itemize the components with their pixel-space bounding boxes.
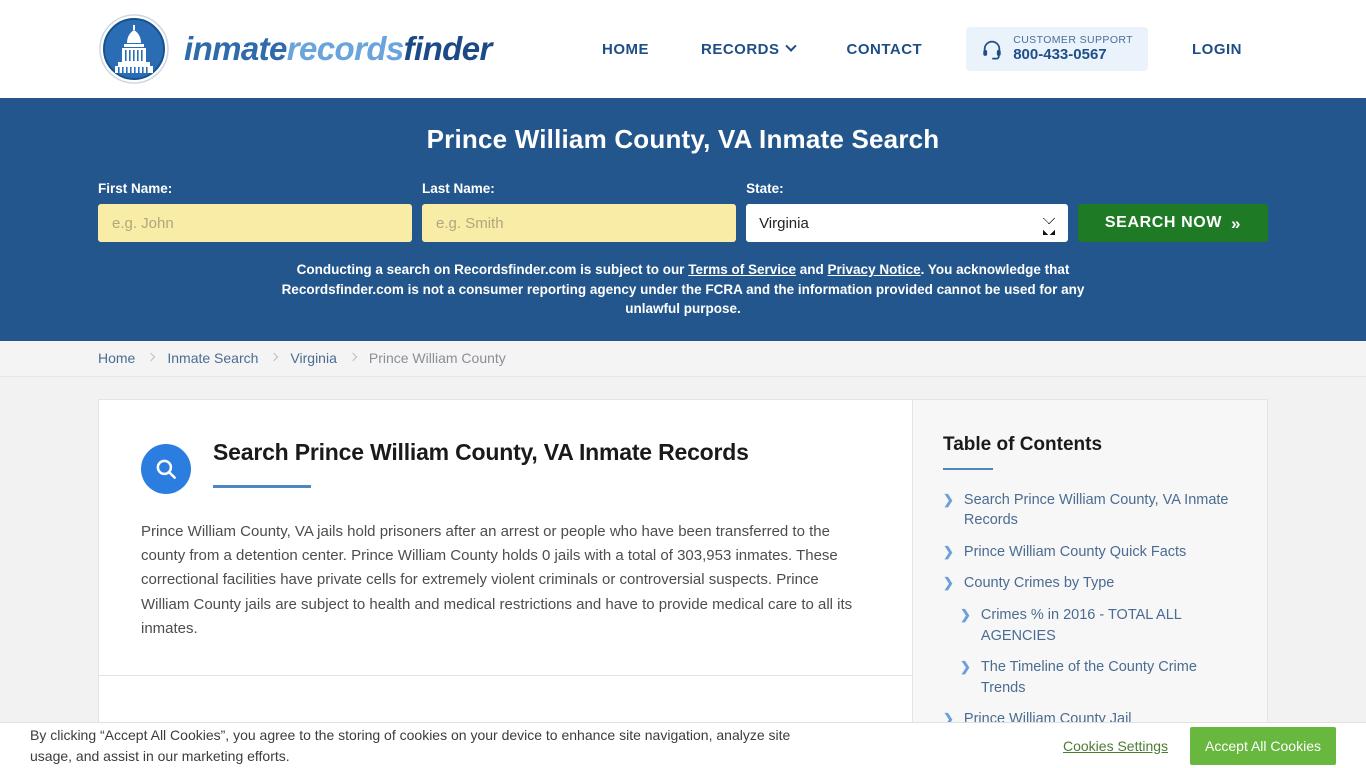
content-area: Search Prince William County, VA Inmate … xyxy=(0,377,1366,768)
cookie-consent-text: By clicking “Accept All Cookies”, you ag… xyxy=(30,726,791,764)
disclaimer-part-1: Conducting a search on Recordsfinder.com… xyxy=(296,262,689,277)
toc-list: ❯ Search Prince William County, VA Inmat… xyxy=(943,490,1237,730)
last-name-field-group: Last Name: xyxy=(422,181,737,242)
chevron-right-icon xyxy=(147,352,156,362)
brand-wordmark: inmaterecordsfinder xyxy=(184,30,492,68)
customer-support-badge[interactable]: CUSTOMER SUPPORT 800-433-0567 xyxy=(966,27,1148,71)
privacy-notice-link[interactable]: Privacy Notice xyxy=(828,262,921,277)
state-field-group: State: Virginia xyxy=(746,181,1068,242)
search-now-button[interactable]: SEARCH NOW » xyxy=(1078,204,1268,242)
toc-item[interactable]: ❯ Prince William County Quick Facts xyxy=(943,542,1237,563)
breadcrumb-item-virginia[interactable]: Virginia xyxy=(290,350,336,366)
inmate-search-form: First Name: Last Name: State: Virginia S… xyxy=(98,181,1268,242)
nav-item-home[interactable]: HOME xyxy=(576,41,675,58)
chevron-right-icon xyxy=(270,352,279,362)
chevron-right-icon: ❯ xyxy=(943,543,954,559)
toc-underline xyxy=(943,467,993,470)
breadcrumb: Home Inmate Search Virginia Prince Willi… xyxy=(0,340,1366,377)
nav-item-records[interactable]: RECORDS xyxy=(675,41,821,58)
brand-part-3: finder xyxy=(403,30,493,67)
disclaimer-part-2: and xyxy=(796,262,828,277)
toc-link[interactable]: Crimes % in 2016 - TOTAL ALL AGENCIES xyxy=(981,605,1237,646)
nav-item-home-label: HOME xyxy=(601,40,649,58)
breadcrumb-item-inmate-search[interactable]: Inmate Search xyxy=(167,350,258,366)
chevron-right-icon: ❯ xyxy=(943,575,954,591)
brand-part-1: inmate xyxy=(184,30,287,67)
cookies-settings-link[interactable]: Cookies Settings xyxy=(1063,738,1168,754)
search-icon xyxy=(141,443,191,494)
last-name-input[interactable] xyxy=(422,204,737,242)
toc-item-sub[interactable]: ❯ The Timeline of the County Crime Trend… xyxy=(943,657,1237,698)
toc-link[interactable]: Search Prince William County, VA Inmate … xyxy=(964,490,1237,531)
state-label: State: xyxy=(746,181,784,196)
breadcrumb-item-current: Prince William County xyxy=(368,350,506,367)
first-name-field-group: First Name: xyxy=(98,181,413,242)
title-underline xyxy=(213,485,311,489)
chevron-right-icon: ❯ xyxy=(960,607,971,622)
double-chevron-right-icon: » xyxy=(1231,213,1242,233)
cookie-actions: Cookies Settings Accept All Cookies xyxy=(1063,726,1336,765)
toc-link[interactable]: The Timeline of the County Crime Trends xyxy=(981,657,1237,698)
inmate-search-hero: Prince William County, VA Inmate Search … xyxy=(0,98,1366,341)
chevron-right-icon xyxy=(348,352,358,362)
toc-title: Table of Contents xyxy=(943,433,1103,455)
brand-part-2: records xyxy=(286,30,404,67)
site-logo[interactable]: inmaterecordsfinder xyxy=(98,13,492,85)
table-of-contents: Table of Contents ❯ Search Prince Willia… xyxy=(912,398,1268,768)
nav-item-login-label: LOGIN xyxy=(1192,40,1242,58)
nav-item-records-label: RECORDS xyxy=(700,40,780,58)
support-text: CUSTOMER SUPPORT 800-433-0567 xyxy=(1013,34,1133,63)
article-body-text: Prince William County, VA jails hold pri… xyxy=(141,522,853,637)
headset-icon xyxy=(981,38,1003,60)
last-name-label: Last Name: xyxy=(422,181,495,196)
toc-link[interactable]: Prince William County Quick Facts xyxy=(964,542,1186,563)
main-navigation: HOME RECORDS CONTACT CUSTOMER SUPPORT 80… xyxy=(576,27,1268,71)
chevron-down-icon xyxy=(784,40,797,52)
search-now-label: SEARCH NOW xyxy=(1104,214,1223,231)
first-name-label: First Name: xyxy=(98,181,173,196)
chevron-right-icon: ❯ xyxy=(943,491,954,507)
state-select[interactable]: Virginia xyxy=(746,204,1068,242)
article-header: Search Prince William County, VA Inmate … xyxy=(99,400,912,494)
breadcrumb-item-home[interactable]: Home xyxy=(98,350,135,366)
cookie-consent-banner: By clicking “Accept All Cookies”, you ag… xyxy=(0,722,1366,768)
nav-item-login[interactable]: LOGIN xyxy=(1166,41,1268,58)
capitol-dome-logo-icon xyxy=(98,13,170,85)
chevron-right-icon: ❯ xyxy=(960,659,971,675)
accept-all-cookies-button[interactable]: Accept All Cookies xyxy=(1190,726,1336,765)
nav-item-contact[interactable]: CONTACT xyxy=(821,41,949,58)
toc-item[interactable]: ❯ County Crimes by Type xyxy=(943,573,1237,594)
article-title: Search Prince William County, VA Inmate … xyxy=(213,438,749,465)
article-title-block: Search Prince William County, VA Inmate … xyxy=(213,438,749,489)
terms-of-service-link[interactable]: Terms of Service xyxy=(688,262,796,277)
page-title: Prince William County, VA Inmate Search xyxy=(426,124,940,154)
nav-item-contact-label: CONTACT xyxy=(846,40,923,58)
support-label: CUSTOMER SUPPORT xyxy=(1013,34,1133,47)
toc-link[interactable]: County Crimes by Type xyxy=(964,573,1114,594)
legal-disclaimer: Conducting a search on Recordsfinder.com… xyxy=(258,260,1108,319)
article-card: Search Prince William County, VA Inmate … xyxy=(98,398,912,768)
toc-item-sub[interactable]: ❯ Crimes % in 2016 - TOTAL ALL AGENCIES xyxy=(943,605,1237,646)
site-header: inmaterecordsfinder HOME RECORDS CONTACT xyxy=(0,0,1366,98)
toc-item[interactable]: ❯ Search Prince William County, VA Inmat… xyxy=(943,490,1237,531)
first-name-input[interactable] xyxy=(98,204,413,242)
support-phone: 800-433-0567 xyxy=(1013,46,1107,64)
